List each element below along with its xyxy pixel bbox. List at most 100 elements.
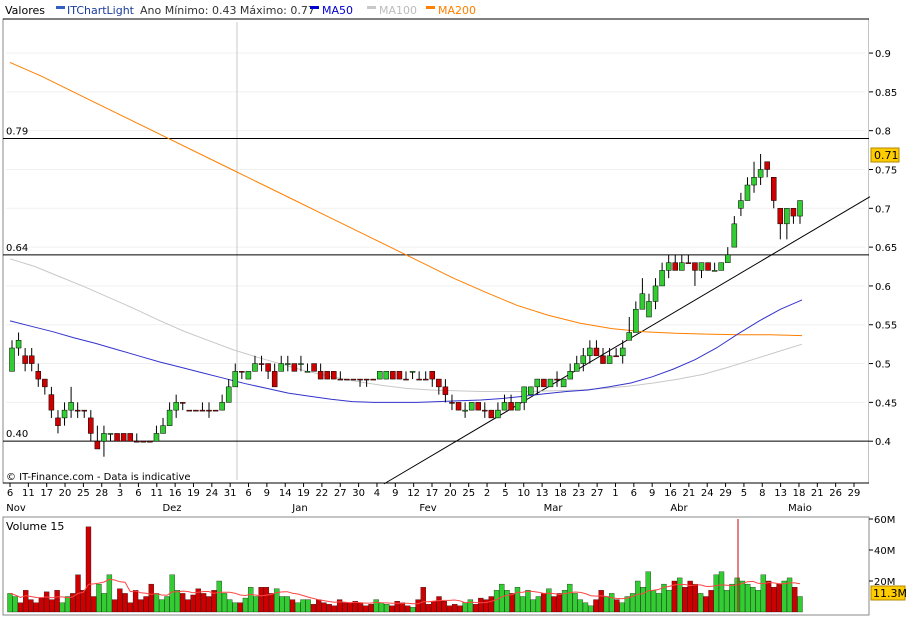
x-month-label: Nov xyxy=(6,503,26,514)
candle-body xyxy=(606,355,613,364)
candle-body xyxy=(475,402,481,411)
price-panel[interactable] xyxy=(2,18,870,484)
candle xyxy=(127,433,133,442)
volume-bar xyxy=(378,602,385,613)
candle xyxy=(140,440,147,443)
volume-bar xyxy=(739,580,746,613)
candle xyxy=(120,433,127,442)
volume-bar xyxy=(232,602,238,613)
candle-body xyxy=(239,371,245,373)
volume-bar xyxy=(326,604,332,613)
volume-bar xyxy=(310,604,317,613)
candle-body xyxy=(363,378,370,381)
x-tick-label: 14 xyxy=(279,488,292,499)
volume-bar xyxy=(609,593,615,613)
candle-body xyxy=(376,371,383,380)
x-tick-label: 25 xyxy=(462,488,475,499)
candle-body xyxy=(88,417,94,434)
volume-bar xyxy=(697,593,704,613)
volume-bar xyxy=(493,590,500,613)
volume-bar xyxy=(771,587,777,613)
volume-bar xyxy=(588,605,594,613)
volume-bar xyxy=(253,596,259,613)
candle-body xyxy=(567,371,573,380)
volume-bar xyxy=(174,590,181,613)
candle-body xyxy=(633,308,639,333)
ma50-legend: MA50 xyxy=(322,4,353,17)
candle-body xyxy=(160,425,166,434)
candle-body xyxy=(436,378,442,388)
y-tick-label: 0.75 xyxy=(875,165,897,176)
candle-body xyxy=(587,347,593,357)
candle-body xyxy=(580,355,587,364)
candle-body xyxy=(468,402,475,411)
chart-window: 0.79 0.64 0.40 0.4 0.45 0.5 0.55 0.6 0.65 0.7 0.7… xyxy=(0,0,907,622)
volume-bar xyxy=(755,590,761,613)
panel-title: Valores xyxy=(5,4,45,17)
volume-bar xyxy=(504,590,510,613)
x-tick-label: 6 xyxy=(135,488,141,499)
x-tick-label: 9 xyxy=(392,488,398,499)
volume-bar xyxy=(776,583,782,613)
volume-bar xyxy=(467,599,474,613)
volume-bar xyxy=(227,599,233,613)
x-tick-label: 18 xyxy=(793,488,806,499)
volume-bar xyxy=(750,587,756,613)
x-tick-label: 6 xyxy=(7,488,13,499)
x-tick-label: 17 xyxy=(40,488,53,499)
ma100-swatch xyxy=(367,6,376,9)
volume-bar xyxy=(441,601,447,613)
candle-body xyxy=(797,200,803,217)
x-tick-label: 22 xyxy=(316,488,329,499)
candle-body xyxy=(186,409,193,412)
x-tick-label: 5 xyxy=(741,488,747,499)
candle-body xyxy=(252,363,258,372)
volume-bar xyxy=(792,587,798,613)
volume-bar xyxy=(431,601,437,613)
candle-body xyxy=(685,262,692,264)
candle xyxy=(291,363,298,372)
volume-bar xyxy=(598,590,604,613)
candle-body xyxy=(278,363,284,372)
volume-bar xyxy=(190,594,196,613)
volume-bar xyxy=(520,596,526,613)
candle-body xyxy=(692,262,698,271)
y-tick-label: 0.7 xyxy=(875,204,891,215)
volume-bar xyxy=(713,574,719,613)
candle-body xyxy=(317,371,324,380)
y-tick-label: 0.6 xyxy=(875,282,891,293)
volume-bar xyxy=(614,599,620,613)
volume-bar xyxy=(96,583,102,613)
volume-bar xyxy=(148,583,154,613)
candle-body xyxy=(757,169,764,178)
volume-bar xyxy=(703,596,709,613)
candle-body xyxy=(383,371,390,380)
volume-bar xyxy=(525,590,531,613)
x-tick-label: 19 xyxy=(297,488,310,499)
candle-body xyxy=(705,262,711,271)
candle-body xyxy=(179,402,186,404)
y-tick-label: 0.45 xyxy=(875,398,897,409)
volume-bar xyxy=(624,596,631,613)
x-tick-label: 26 xyxy=(829,488,842,499)
candle-body xyxy=(48,394,55,411)
candle-body xyxy=(81,409,87,412)
volume-bar xyxy=(284,596,290,613)
volume-bar xyxy=(556,593,562,613)
volume-bar xyxy=(729,583,735,613)
volume-bar xyxy=(153,593,160,613)
watermark: © IT-Finance.com - Data is indicative xyxy=(6,472,191,483)
x-tick-label: 21 xyxy=(683,488,696,499)
volume-bar xyxy=(300,599,306,613)
volume-bar xyxy=(33,602,39,613)
volume-bar xyxy=(54,590,60,613)
candle-body xyxy=(120,433,127,442)
stock-chart: 0.79 0.64 0.40 0.4 0.45 0.5 0.55 0.6 0.65 0.7 0.7… xyxy=(2,0,907,616)
x-tick-label: 10 xyxy=(517,488,530,499)
candle-body xyxy=(107,433,114,435)
x-tick-label: 25 xyxy=(77,488,90,499)
candle-body xyxy=(573,363,580,372)
volume-bar xyxy=(357,602,364,613)
candle-body xyxy=(501,402,508,411)
candle-body xyxy=(219,402,225,411)
